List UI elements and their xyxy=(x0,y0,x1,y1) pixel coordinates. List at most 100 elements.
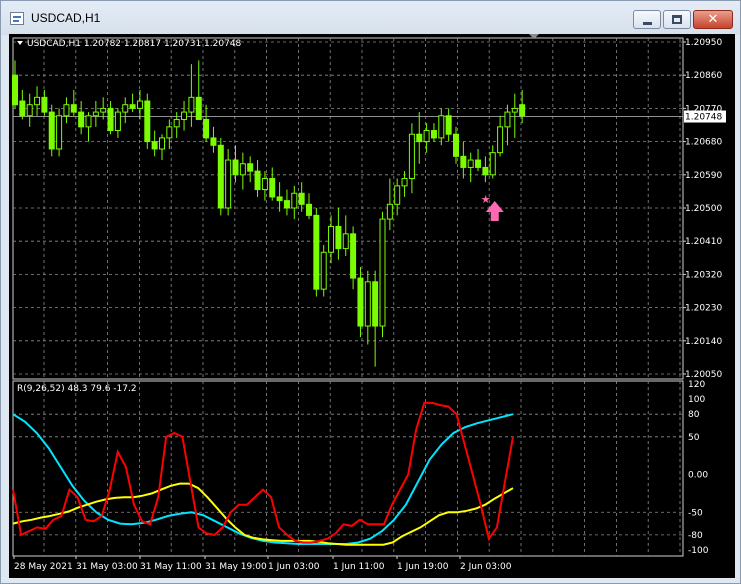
candle xyxy=(364,270,371,345)
candle xyxy=(298,182,305,212)
candle-body-bear xyxy=(306,203,312,216)
candle xyxy=(372,270,379,367)
maximize-button[interactable] xyxy=(663,10,691,29)
candle-body-bear xyxy=(41,96,48,113)
symbol-dropdown-icon xyxy=(17,41,23,45)
candle xyxy=(19,89,26,120)
candle-body-bull xyxy=(291,192,298,209)
price-tick-label: 1.20860 xyxy=(685,71,722,81)
indicator-line-slow xyxy=(12,413,514,545)
candle xyxy=(173,112,180,138)
candle xyxy=(423,123,430,153)
candle-body-bull xyxy=(166,126,173,139)
candle-body-bull xyxy=(438,115,445,139)
candle-body-bull xyxy=(181,111,188,120)
candle xyxy=(122,97,129,124)
minimize-button[interactable] xyxy=(633,10,661,29)
candle-body-bear xyxy=(335,225,342,250)
candle xyxy=(489,145,496,179)
candle-body-bear xyxy=(445,115,452,135)
candle-body-bull xyxy=(136,100,143,109)
candle-body-bull xyxy=(114,111,121,132)
minimize-icon xyxy=(642,21,652,25)
candle-body-bear xyxy=(269,177,276,198)
candle xyxy=(313,208,320,297)
candle-body-bear xyxy=(372,281,379,327)
window-title: USDCAD,H1 xyxy=(31,11,101,25)
time-axis-label: 1 Jun 03:00 xyxy=(268,562,320,572)
indicator-tick-label: -80 xyxy=(688,531,703,541)
candle xyxy=(445,108,452,142)
candle-body-bear xyxy=(283,200,290,209)
candle xyxy=(350,226,357,290)
candle-body-bear xyxy=(144,100,151,143)
candle-body-bear xyxy=(350,233,357,279)
candle-body-bull xyxy=(320,251,327,290)
candle xyxy=(254,160,261,197)
price-tick-label: 1.20590 xyxy=(685,171,722,181)
title-bar[interactable]: USDCAD,H1 ✕ xyxy=(1,1,740,35)
candle-body-bull xyxy=(159,137,165,150)
candle-body-bear xyxy=(416,133,423,143)
candle xyxy=(482,156,489,183)
indicator-label: R(9,26,52) 48.3 79.6 -17.2 xyxy=(17,384,137,394)
candle-body-bear xyxy=(247,163,254,172)
candle-body-bull xyxy=(342,233,349,250)
indicator-tick-label: 120 xyxy=(688,380,705,390)
chart-area[interactable]: ★ 1.20950 1.20860 1.20770 1.20680 1.20590 1.2… xyxy=(9,34,735,578)
candle-body-bull xyxy=(100,107,107,113)
candle-body-bull xyxy=(225,159,232,209)
candle xyxy=(306,193,312,220)
current-price-label: 1.20748 xyxy=(685,113,722,123)
candle-body-bull xyxy=(511,107,518,113)
maximize-icon xyxy=(672,15,682,24)
candle-body-bull xyxy=(489,152,496,176)
price-tick-label: 1.20500 xyxy=(685,204,722,214)
indicator-tick-label: 50 xyxy=(688,433,700,443)
price-tick-label: 1.20050 xyxy=(685,370,722,380)
candle xyxy=(320,244,327,297)
candle xyxy=(283,189,290,216)
chart-symbol-ohlc: USDCAD,H1 1.20782 1.20817 1.20731 1.2074… xyxy=(27,39,242,49)
candle-body-bull xyxy=(92,111,99,117)
candle xyxy=(92,101,99,127)
candle-body-bull xyxy=(26,104,33,117)
candle-body-bull xyxy=(504,111,511,128)
chart-svg[interactable]: ★ 1.209501.208601.207701.206801.205901.2… xyxy=(9,34,735,578)
candle-body-bear xyxy=(70,104,77,113)
candle-body-bull xyxy=(328,225,335,253)
price-tick-label: 1.20950 xyxy=(685,38,722,48)
main-panel-border xyxy=(12,37,684,380)
indicator-tick-label: -50 xyxy=(688,508,703,518)
candle xyxy=(379,211,386,338)
candle xyxy=(247,156,254,183)
candle-body-bull xyxy=(386,203,393,220)
price-tick-label: 1.20410 xyxy=(685,237,722,247)
candle xyxy=(430,123,437,142)
candle-body-bull xyxy=(173,118,180,128)
candle xyxy=(181,101,188,131)
candle xyxy=(34,86,41,116)
candle-body-bear xyxy=(453,133,459,157)
candle xyxy=(335,208,342,260)
candle xyxy=(217,137,224,216)
time-axis-label: 1 Jun 11:00 xyxy=(333,562,385,572)
indicator-tick-label: 100 xyxy=(688,395,705,405)
candle xyxy=(188,64,195,127)
candle xyxy=(394,178,401,216)
candle xyxy=(416,112,423,164)
candle-body-bear xyxy=(254,170,261,191)
candle-body-bear xyxy=(482,166,489,176)
candle-body-bear xyxy=(313,214,320,290)
candle xyxy=(519,89,526,124)
candle xyxy=(195,60,202,120)
time-axis-label: 31 May 03:00 xyxy=(76,562,138,572)
candle xyxy=(276,182,283,212)
close-button[interactable]: ✕ xyxy=(693,10,733,29)
candle-body-bear xyxy=(519,104,526,117)
price-tick-label: 1.20680 xyxy=(685,138,722,148)
candle-body-bear xyxy=(232,159,239,176)
candle-body-bear xyxy=(276,196,283,202)
candle-body-bear xyxy=(48,111,55,150)
candle xyxy=(78,101,85,135)
